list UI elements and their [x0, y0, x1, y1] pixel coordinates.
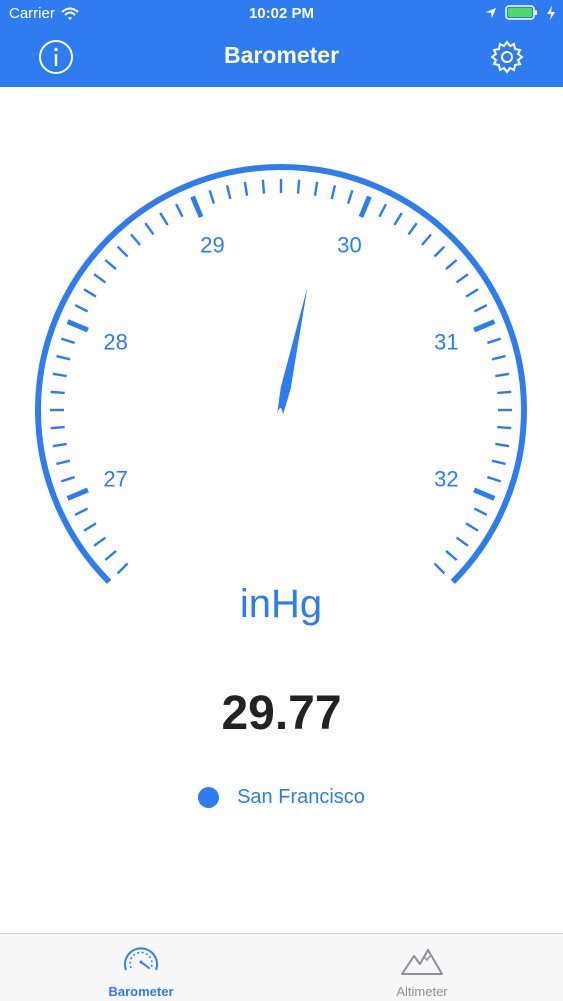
location-selector[interactable]: San Francisco [0, 786, 563, 809]
gauge-minor-tick [487, 475, 502, 483]
gauge-minor-tick [50, 425, 65, 430]
gauge-minor-tick [455, 273, 469, 284]
battery-icon [505, 5, 537, 20]
gauge-minor-tick [93, 273, 107, 284]
page-title: Barometer [223, 42, 340, 68]
gauge-minor-tick [130, 233, 141, 246]
gauge-minor-tick [208, 189, 216, 204]
gauge-needle [277, 286, 308, 415]
gauge-minor-tick [52, 442, 67, 448]
gauge-minor-tick [497, 425, 512, 430]
status-right-group [485, 5, 555, 20]
gauge-minor-tick [393, 212, 403, 226]
gauge-minor-tick [433, 245, 446, 258]
pressure-reading: 29.77 [221, 687, 342, 740]
gauge-minor-tick [330, 185, 337, 200]
gauge-minor-tick [225, 185, 232, 200]
gauge-label-28: 28 [103, 329, 127, 354]
gauge-major-tick [473, 319, 496, 333]
tab-bar: Barometer Altimeter [0, 933, 563, 1001]
gauge-minor-tick [83, 288, 97, 298]
gauge-minor-tick [116, 562, 129, 575]
barometer-gauge: 27 28 29 30 31 32 inHg [35, 164, 527, 626]
gauge-minor-tick [93, 536, 107, 547]
charging-bolt-icon [547, 5, 555, 20]
gauge-minor-tick [465, 288, 479, 298]
gauge-minor-tick [104, 550, 117, 561]
gauge-minor-tick [495, 442, 510, 448]
location-arrow-icon [486, 7, 496, 18]
location-dot-icon [198, 787, 220, 808]
gauge-minor-tick [473, 507, 488, 516]
gauge-minor-tick [455, 536, 469, 547]
gauge-minor-tick [487, 337, 502, 345]
gauge-major-tick [190, 195, 204, 218]
gauge-icon [124, 947, 158, 971]
gear-icon [490, 40, 524, 74]
mountain-icon [401, 949, 443, 975]
tab-altimeter-label: Altimeter [396, 984, 448, 999]
gauge-label-31: 31 [434, 329, 458, 354]
gauge-minor-tick [56, 459, 71, 466]
navigation-bar: Barometer [0, 28, 563, 87]
gauge-minor-tick [433, 562, 446, 575]
gauge-minor-tick [491, 459, 506, 466]
gauge-minor-tick [407, 222, 418, 236]
gauge-labels: 27 28 29 30 31 32 [103, 233, 458, 492]
gauge-minor-tick [60, 337, 75, 345]
top-bar: Carrier 10:02 PM Barometer [0, 0, 563, 87]
gauge-minor-tick [497, 390, 512, 395]
gauge-unit-label: inHg [240, 582, 322, 626]
gauge-label-30: 30 [337, 233, 361, 258]
gauge-minor-tick [175, 203, 184, 218]
gauge-minor-tick [378, 203, 387, 218]
gauge-minor-tick [74, 304, 89, 313]
gauge-minor-tick [243, 181, 249, 196]
tab-barometer-label: Barometer [108, 984, 174, 999]
settings-button[interactable] [489, 39, 525, 75]
gauge-minor-tick [60, 475, 75, 483]
gauge-major-tick [358, 195, 372, 218]
gauge-minor-tick [445, 259, 458, 270]
gauge-label-29: 29 [200, 233, 224, 258]
gauge-minor-tick [52, 372, 67, 378]
gauge-minor-tick [50, 390, 65, 395]
gauge-minor-tick [445, 550, 458, 561]
gauge-minor-tick [421, 233, 432, 246]
gauge-minor-tick [159, 212, 169, 226]
gauge-label-27: 27 [103, 467, 127, 492]
gauge-major-tick [66, 319, 89, 333]
gauge-ticks [50, 179, 512, 575]
gauge-minor-tick [313, 181, 319, 196]
gauge-minor-tick [491, 354, 506, 361]
gauge-label-32: 32 [434, 467, 458, 492]
gauge-minor-tick [346, 189, 354, 204]
gauge-minor-tick [296, 179, 301, 194]
status-time: 10:02 PM [248, 5, 315, 22]
status-bar: Carrier 10:02 PM [0, 0, 563, 28]
gauge-major-tick [473, 487, 496, 501]
gauge-major-tick [66, 487, 89, 501]
gauge-minor-tick [473, 304, 488, 313]
gauge-minor-tick [104, 259, 117, 270]
location-label: San Francisco [237, 786, 365, 808]
gauge-minor-tick [74, 507, 89, 516]
gauge-minor-tick [83, 522, 97, 532]
gauge-minor-tick [144, 222, 155, 236]
tab-barometer[interactable]: Barometer [51, 934, 231, 1001]
gauge-minor-tick [56, 354, 71, 361]
gauge-minor-tick [261, 179, 266, 194]
gauge-minor-tick [465, 522, 479, 532]
gauge-minor-tick [116, 245, 129, 258]
gauge-outer-arc [35, 164, 527, 584]
tab-altimeter[interactable]: Altimeter [332, 934, 512, 1001]
gauge-minor-tick [495, 372, 510, 378]
